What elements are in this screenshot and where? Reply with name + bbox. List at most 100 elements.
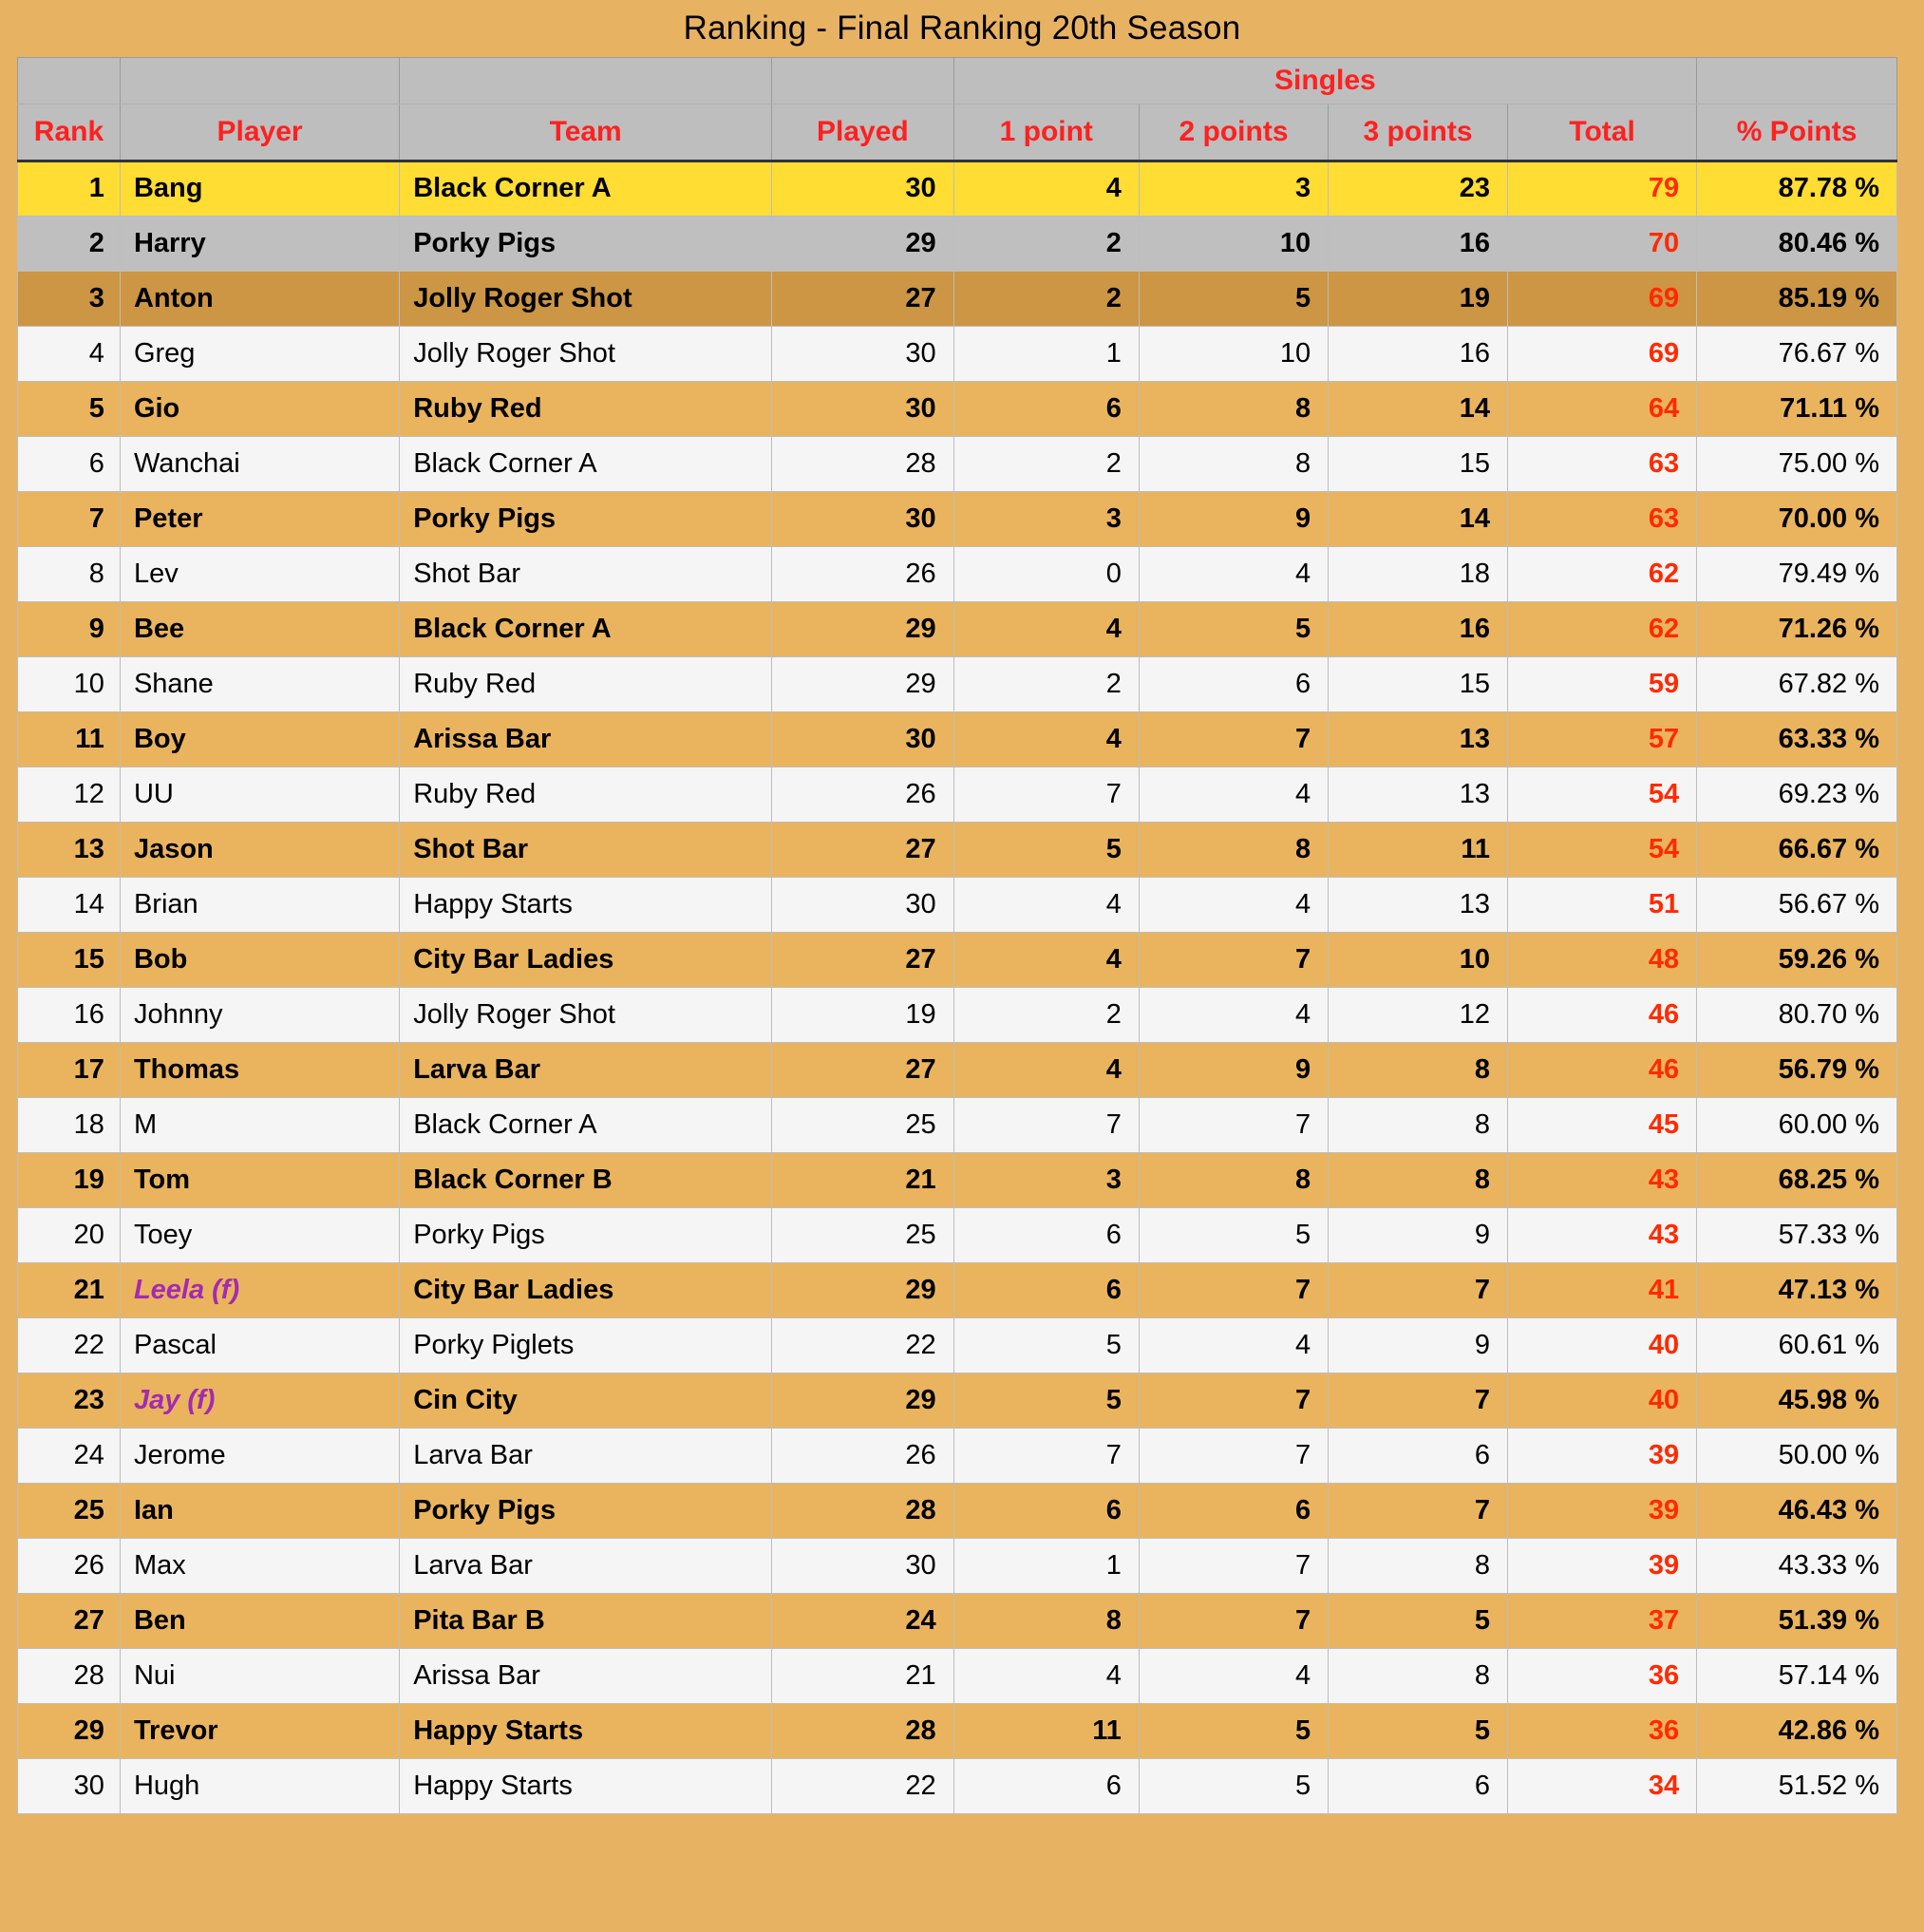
table-row[interactable]: 9 Bee Black Corner A 29 4 5 16 62 71.26 % xyxy=(17,600,1897,657)
cell-team: Ruby Red xyxy=(399,380,773,437)
cell-player: UU xyxy=(119,766,401,823)
table-row[interactable]: 5 Gio Ruby Red 30 6 8 14 64 71.11 % xyxy=(17,380,1897,437)
cell-player: M xyxy=(119,1096,401,1153)
table-row[interactable]: 3 Anton Jolly Roger Shot 27 2 5 19 69 85.19 % xyxy=(17,270,1897,327)
cell-played: 29 xyxy=(771,655,954,712)
cell-player: Boy xyxy=(119,710,401,767)
table-row[interactable]: 11 Boy Arissa Bar 30 4 7 13 57 63.33 % xyxy=(17,710,1897,767)
cell-1-point: 6 xyxy=(953,1757,1140,1814)
cell-team: Happy Starts xyxy=(399,1757,773,1814)
cell-pct-points: 71.26 % xyxy=(1696,600,1897,657)
table-row[interactable]: 26 Max Larva Bar 30 1 7 8 39 43.33 % xyxy=(17,1537,1897,1594)
cell-team: Black Corner A xyxy=(399,600,773,657)
table-row[interactable]: 21 Leela (f) City Bar Ladies 29 6 7 7 41 47.13 % xyxy=(17,1261,1897,1318)
cell-3-points: 5 xyxy=(1328,1702,1508,1759)
cell-pct-points: 56.79 % xyxy=(1696,1041,1897,1098)
table-row[interactable]: 29 Trevor Happy Starts 28 11 5 5 36 42.86 % xyxy=(17,1702,1897,1759)
column-header-total[interactable]: Total xyxy=(1506,103,1698,162)
table-row[interactable]: 7 Peter Porky Pigs 30 3 9 14 63 70.00 % xyxy=(17,490,1897,547)
cell-total: 36 xyxy=(1506,1702,1698,1759)
cell-player: Jason xyxy=(119,821,401,878)
column-header-rank[interactable]: Rank xyxy=(17,103,121,162)
group-header-singles: Singles xyxy=(953,56,1698,104)
table-row[interactable]: 4 Greg Jolly Roger Shot 30 1 10 16 69 76.67 % xyxy=(17,325,1897,382)
cell-pct-points: 75.00 % xyxy=(1696,435,1897,492)
cell-player: Jay (f) xyxy=(119,1372,401,1429)
cell-1-point: 0 xyxy=(953,545,1140,602)
table-row[interactable]: 19 Tom Black Corner B 21 3 8 8 43 68.25 % xyxy=(17,1151,1897,1208)
cell-3-points: 13 xyxy=(1328,766,1508,823)
cell-pct-points: 60.61 % xyxy=(1696,1316,1897,1373)
cell-team: Larva Bar xyxy=(399,1537,773,1594)
table-row[interactable]: 14 Brian Happy Starts 30 4 4 13 51 56.67 % xyxy=(17,876,1897,933)
table-row[interactable]: 18 M Black Corner A 25 7 7 8 45 60.00 % xyxy=(17,1096,1897,1153)
table-row[interactable]: 27 Ben Pita Bar B 24 8 7 5 37 51.39 % xyxy=(17,1592,1897,1649)
table-row[interactable]: 17 Thomas Larva Bar 27 4 9 8 46 56.79 % xyxy=(17,1041,1897,1098)
column-header-team[interactable]: Team xyxy=(399,103,773,162)
table-row[interactable]: 20 Toey Porky Pigs 25 6 5 9 43 57.33 % xyxy=(17,1206,1897,1263)
cell-1-point: 7 xyxy=(953,1427,1140,1484)
cell-total: 51 xyxy=(1506,876,1698,933)
table-row[interactable]: 23 Jay (f) Cin City 29 5 7 7 40 45.98 % xyxy=(17,1372,1897,1429)
cell-player: Max xyxy=(119,1537,401,1594)
cell-pct-points: 68.25 % xyxy=(1696,1151,1897,1208)
cell-player: Wanchai xyxy=(119,435,401,492)
column-header-2-points[interactable]: 2 points xyxy=(1138,103,1330,162)
column-header-pct-points[interactable]: % Points xyxy=(1696,103,1897,162)
cell-rank: 16 xyxy=(17,986,121,1043)
table-row[interactable]: 16 Johnny Jolly Roger Shot 19 2 4 12 46 80.70 % xyxy=(17,986,1897,1043)
table-row[interactable]: 8 Lev Shot Bar 26 0 4 18 62 79.49 % xyxy=(17,545,1897,602)
cell-1-point: 3 xyxy=(953,1151,1140,1208)
cell-pct-points: 51.52 % xyxy=(1696,1757,1897,1814)
cell-player: Pascal xyxy=(119,1316,401,1373)
table-row[interactable]: 13 Jason Shot Bar 27 5 8 11 54 66.67 % xyxy=(17,821,1897,878)
cell-played: 24 xyxy=(771,1592,954,1649)
table-row[interactable]: 12 UU Ruby Red 26 7 4 13 54 69.23 % xyxy=(17,766,1897,823)
cell-3-points: 11 xyxy=(1328,821,1508,878)
table-row[interactable]: 6 Wanchai Black Corner A 28 2 8 15 63 75.00 % xyxy=(17,435,1897,492)
table-row[interactable]: 2 Harry Porky Pigs 29 2 10 16 70 80.46 % xyxy=(17,215,1897,272)
group-header-blank-team xyxy=(399,56,773,104)
column-header-3-points[interactable]: 3 points xyxy=(1328,103,1508,162)
cell-1-point: 4 xyxy=(953,600,1140,657)
cell-total: 40 xyxy=(1506,1372,1698,1429)
table-row[interactable]: 10 Shane Ruby Red 29 2 6 15 59 67.82 % xyxy=(17,655,1897,712)
cell-1-point: 8 xyxy=(953,1592,1140,1649)
cell-player: Greg xyxy=(119,325,401,382)
table-row[interactable]: 25 Ian Porky Pigs 28 6 6 7 39 46.43 % xyxy=(17,1482,1897,1539)
cell-player: Ben xyxy=(119,1592,401,1649)
cell-2-points: 8 xyxy=(1138,821,1330,878)
table-row[interactable]: 1 Bang Black Corner A 30 4 3 23 79 87.78 % xyxy=(17,160,1897,217)
cell-2-points: 6 xyxy=(1138,655,1330,712)
column-header-1-point[interactable]: 1 point xyxy=(953,103,1140,162)
cell-3-points: 8 xyxy=(1328,1151,1508,1208)
table-row[interactable]: 22 Pascal Porky Piglets 22 5 4 9 40 60.61 % xyxy=(17,1316,1897,1373)
cell-played: 26 xyxy=(771,545,954,602)
cell-total: 69 xyxy=(1506,325,1698,382)
cell-2-points: 7 xyxy=(1138,710,1330,767)
cell-player: Toey xyxy=(119,1206,401,1263)
cell-rank: 14 xyxy=(17,876,121,933)
cell-player: Bang xyxy=(119,160,401,217)
cell-total: 54 xyxy=(1506,821,1698,878)
cell-2-points: 5 xyxy=(1138,1206,1330,1263)
cell-player: Anton xyxy=(119,270,401,327)
column-header-player[interactable]: Player xyxy=(119,103,401,162)
table-row[interactable]: 15 Bob City Bar Ladies 27 4 7 10 48 59.26 % xyxy=(17,931,1897,988)
cell-1-point: 7 xyxy=(953,766,1140,823)
cell-total: 40 xyxy=(1506,1316,1698,1373)
cell-player: Jerome xyxy=(119,1427,401,1484)
cell-played: 30 xyxy=(771,1537,954,1594)
table-row[interactable]: 28 Nui Arissa Bar 21 4 4 8 36 57.14 % xyxy=(17,1647,1897,1704)
column-header-played[interactable]: Played xyxy=(771,103,954,162)
table-row[interactable]: 24 Jerome Larva Bar 26 7 7 6 39 50.00 % xyxy=(17,1427,1897,1484)
cell-played: 29 xyxy=(771,600,954,657)
table-row[interactable]: 30 Hugh Happy Starts 22 6 5 6 34 51.52 % xyxy=(17,1757,1897,1814)
cell-player: Peter xyxy=(119,490,401,547)
cell-2-points: 9 xyxy=(1138,490,1330,547)
cell-player: Harry xyxy=(119,215,401,272)
cell-1-point: 5 xyxy=(953,1372,1140,1429)
cell-team: Happy Starts xyxy=(399,876,773,933)
cell-team: Black Corner B xyxy=(399,1151,773,1208)
cell-1-point: 6 xyxy=(953,1482,1140,1539)
